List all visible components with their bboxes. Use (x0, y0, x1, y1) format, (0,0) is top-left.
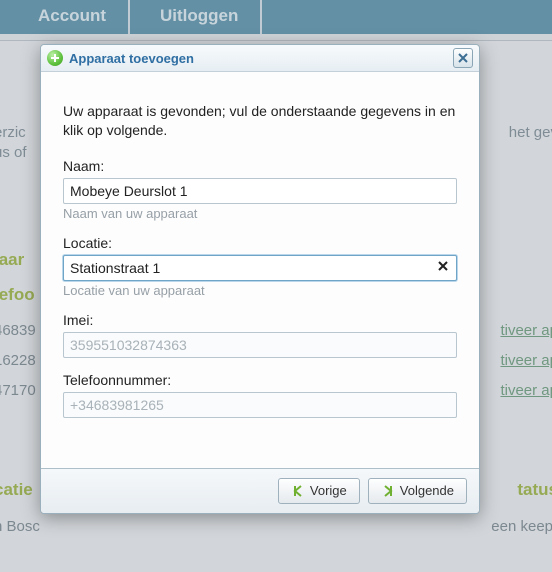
name-helper: Naam van uw apparaat (63, 206, 457, 221)
next-label: Volgende (400, 483, 454, 498)
previous-icon (291, 484, 305, 498)
add-device-modal: Apparaat toevoegen Uw apparaat is gevond… (40, 44, 480, 514)
intro-text: Uw apparaat is gevonden; vul de ondersta… (63, 102, 457, 140)
x-icon (438, 261, 448, 271)
location-label: Locatie: (63, 235, 457, 251)
previous-label: Vorige (310, 483, 347, 498)
add-icon (47, 50, 63, 66)
name-input[interactable] (63, 178, 457, 204)
phone-input (63, 392, 457, 418)
clear-location-button[interactable] (435, 260, 451, 276)
modal-footer: Vorige Volgende (41, 468, 479, 513)
modal-body: Uw apparaat is gevonden; vul de ondersta… (41, 72, 479, 468)
next-icon (381, 484, 395, 498)
location-input[interactable] (63, 255, 457, 281)
close-button[interactable] (453, 48, 473, 68)
modal-title: Apparaat toevoegen (69, 51, 453, 66)
name-label: Naam: (63, 158, 457, 174)
imei-label: Imei: (63, 312, 457, 328)
modal-titlebar: Apparaat toevoegen (41, 45, 479, 72)
close-icon (458, 53, 468, 63)
phone-label: Telefoonnummer: (63, 372, 457, 388)
next-button[interactable]: Volgende (368, 478, 467, 504)
imei-input (63, 332, 457, 358)
location-helper: Locatie van uw apparaat (63, 283, 457, 298)
previous-button[interactable]: Vorige (278, 478, 360, 504)
